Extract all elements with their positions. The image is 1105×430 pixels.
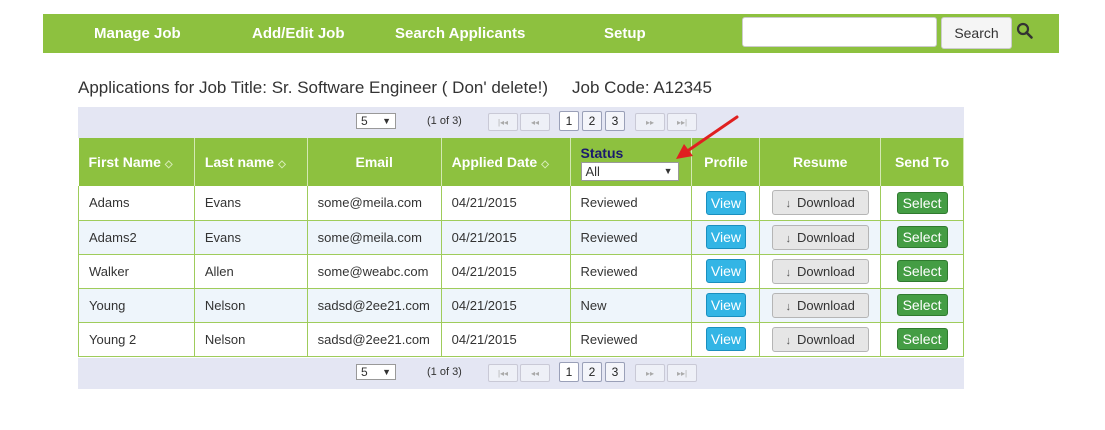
cell-status: Reviewed (570, 186, 693, 221)
col-resume: Resume (759, 138, 882, 186)
cell-email: sadsd@2ee21.com (307, 288, 442, 323)
view-profile-button[interactable]: View (705, 259, 746, 283)
download-resume-button[interactable]: ↓ Download (771, 258, 869, 284)
cell-first-name: Walker (78, 254, 195, 289)
view-profile-button[interactable]: View (705, 190, 746, 215)
cell-email: some@meila.com (307, 220, 442, 255)
cell-email: some@meila.com (307, 186, 442, 221)
page-3-button[interactable]: 3 (605, 111, 625, 131)
first-page-button[interactable]: |◂◂ (488, 113, 518, 131)
col-profile: Profile (691, 138, 761, 186)
col-status: Status All ▼ (570, 138, 693, 186)
cell-last-name: Nelson (194, 288, 308, 323)
chevron-down-icon: ▼ (382, 116, 391, 126)
download-resume-button[interactable]: ↓ Download (771, 292, 869, 318)
cell-first-name: Adams2 (78, 220, 195, 255)
select-button[interactable]: Select (896, 294, 948, 316)
cell-status: Reviewed (570, 322, 693, 357)
status-label: Status (580, 145, 624, 161)
prev-page-button[interactable]: ◂◂ (520, 364, 550, 382)
next-page-button[interactable]: ▸▸ (635, 113, 665, 131)
page-info: (1 of 3) (427, 366, 462, 378)
search-button[interactable]: Search (941, 17, 1012, 49)
page-size-select[interactable]: 5 ▼ (356, 364, 396, 380)
cell-email: sadsd@2ee21.com (307, 322, 442, 357)
applicants-table: First Name ◇ Last name ◇ Email Applied Dat… (78, 138, 964, 357)
download-resume-button[interactable]: ↓ Download (771, 190, 869, 216)
nav-manage-job[interactable]: Manage Job (94, 25, 181, 42)
cell-last-name: Allen (194, 254, 308, 289)
prev-page-button[interactable]: ◂◂ (520, 113, 550, 131)
page-1-button[interactable]: 1 (559, 362, 579, 382)
cell-email: some@weabc.com (307, 254, 442, 289)
download-resume-button[interactable]: ↓ Download (771, 224, 869, 250)
last-page-button[interactable]: ▸▸| (667, 364, 697, 382)
download-resume-button[interactable]: ↓ Download (771, 326, 869, 352)
pager-top: 5 ▼ (1 of 3) |◂◂ ◂◂ 1 2 3 ▸▸ ▸▸| (78, 107, 964, 138)
pager-bottom: 5 ▼ (1 of 3) |◂◂ ◂◂ 1 2 3 ▸▸ ▸▸| (78, 358, 964, 389)
nav-search-applicants[interactable]: Search Applicants (395, 25, 525, 42)
download-icon: ↓ (785, 198, 792, 211)
cell-status: Reviewed (570, 220, 693, 255)
col-applied-date[interactable]: Applied Date ◇ (441, 138, 571, 186)
job-code-text: Job Code: A12345 (572, 78, 712, 97)
table-row: Adams2 Evans some@meila.com 04/21/2015 R… (78, 220, 964, 255)
col-send-to: Send To (880, 138, 964, 186)
page-1-button[interactable]: 1 (559, 111, 579, 131)
chevron-down-icon: ▼ (663, 166, 673, 176)
cell-first-name: Adams (78, 186, 195, 221)
cell-status: New (570, 288, 693, 323)
download-icon: ↓ (785, 300, 792, 313)
table-header-row: First Name ◇ Last name ◇ Email Applied Dat… (78, 138, 964, 186)
table-row: Young Nelson sadsd@2ee21.com 04/21/2015 … (78, 288, 964, 323)
cell-last-name: Evans (194, 186, 308, 221)
select-button[interactable]: Select (896, 226, 948, 248)
select-button[interactable]: Select (896, 260, 948, 282)
view-profile-button[interactable]: View (705, 293, 746, 317)
cell-first-name: Young (78, 288, 195, 323)
col-last-name[interactable]: Last name ◇ (194, 138, 308, 186)
cell-first-name: Young 2 (78, 322, 195, 357)
cell-applied-date: 04/21/2015 (441, 254, 571, 289)
cell-applied-date: 04/21/2015 (441, 220, 571, 255)
search-input[interactable] (742, 17, 937, 47)
top-nav: Manage Job Add/Edit Job Search Applicant… (43, 14, 1059, 53)
cell-applied-date: 04/21/2015 (441, 288, 571, 323)
job-title-text: Applications for Job Title: Sr. Software… (78, 78, 549, 97)
download-icon: ↓ (785, 334, 792, 347)
status-filter-select[interactable]: All ▼ (580, 162, 679, 181)
download-icon: ↓ (785, 266, 792, 279)
col-email: Email (307, 138, 442, 186)
last-page-button[interactable]: ▸▸| (667, 113, 697, 131)
cell-last-name: Evans (194, 220, 308, 255)
nav-setup[interactable]: Setup (604, 25, 646, 42)
cell-applied-date: 04/21/2015 (441, 186, 571, 221)
page-2-button[interactable]: 2 (582, 111, 602, 131)
sort-icon[interactable]: ◇ (541, 159, 549, 170)
page-info: (1 of 3) (427, 115, 462, 127)
cell-last-name: Nelson (194, 322, 308, 357)
page-size-select[interactable]: 5 ▼ (356, 113, 396, 129)
col-first-name[interactable]: First Name ◇ (78, 138, 195, 186)
page-2-button[interactable]: 2 (582, 362, 602, 382)
chevron-down-icon: ▼ (382, 367, 391, 377)
download-icon: ↓ (785, 232, 792, 245)
next-page-button[interactable]: ▸▸ (635, 364, 665, 382)
select-button[interactable]: Select (896, 328, 948, 350)
cell-applied-date: 04/21/2015 (441, 322, 571, 357)
page-title: Applications for Job Title: Sr. Software… (78, 78, 712, 98)
table-row: Adams Evans some@meila.com 04/21/2015 Re… (78, 186, 964, 221)
view-profile-button[interactable]: View (705, 225, 746, 249)
select-button[interactable]: Select (896, 191, 948, 214)
nav-add-edit-job[interactable]: Add/Edit Job (252, 25, 345, 42)
table-row: Walker Allen some@weabc.com 04/21/2015 R… (78, 254, 964, 289)
search-icon[interactable] (1016, 22, 1034, 40)
page-3-button[interactable]: 3 (605, 362, 625, 382)
sort-icon[interactable]: ◇ (278, 159, 286, 170)
sort-icon[interactable]: ◇ (165, 159, 173, 170)
table-row: Young 2 Nelson sadsd@2ee21.com 04/21/201… (78, 322, 964, 357)
view-profile-button[interactable]: View (705, 327, 746, 351)
first-page-button[interactable]: |◂◂ (488, 364, 518, 382)
cell-status: Reviewed (570, 254, 693, 289)
